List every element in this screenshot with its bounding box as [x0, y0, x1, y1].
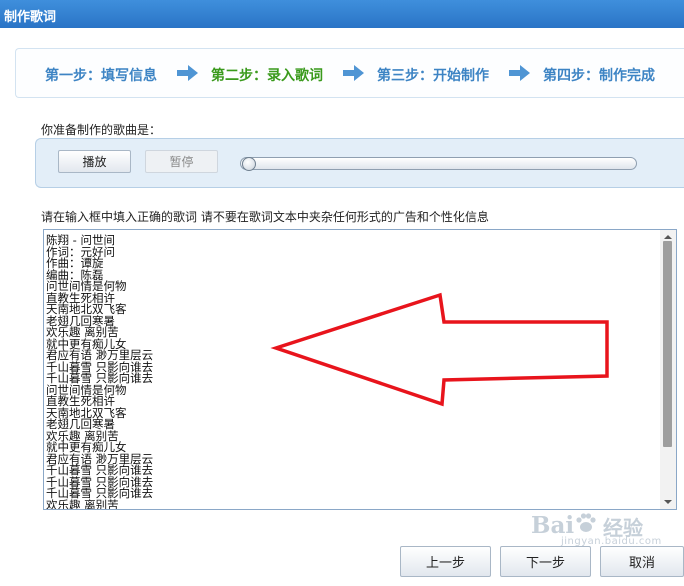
- scroll-down-arrow-icon[interactable]: [664, 500, 672, 504]
- paw-logo-icon: [576, 513, 596, 532]
- step-arrow-icon: [343, 65, 365, 81]
- progress-slider-thumb[interactable]: [242, 157, 256, 171]
- pause-button[interactable]: 暂停: [145, 150, 218, 173]
- step-arrow-icon: [177, 65, 199, 81]
- step-3-start-making: 第三步：开始制作: [377, 68, 489, 84]
- step-4-complete: 第四步：制作完成: [543, 68, 655, 84]
- lyrics-instruction: 请在输入框中填入正确的歌词 请不要在歌词文本中夹杂任何形式的广告和个性化信息: [41, 210, 489, 224]
- step-1-fill-info: 第一步：填写信息: [45, 68, 157, 84]
- lyrics-scrollbar[interactable]: [660, 230, 676, 509]
- scrollbar-thumb[interactable]: [663, 241, 672, 447]
- scroll-up-arrow-icon[interactable]: [664, 235, 672, 239]
- previous-step-button[interactable]: 上一步: [400, 546, 491, 577]
- baidu-jingyan-watermark: Bai 经验 jingyan.baidu.com: [531, 508, 681, 548]
- steps-wizard: 第一步：填写信息 第二步：录入歌词 第三步：开始制作 第四步：制作完成: [15, 48, 684, 98]
- step-arrow-icon: [509, 65, 531, 81]
- next-step-button[interactable]: 下一步: [500, 546, 591, 577]
- play-button[interactable]: 播放: [58, 150, 131, 173]
- window-title: 制作歌词: [4, 10, 57, 25]
- cancel-button[interactable]: 取消: [600, 546, 684, 577]
- watermark-url: jingyan.baidu.com: [561, 536, 662, 547]
- progress-slider-track[interactable]: [240, 157, 637, 170]
- step-2-enter-lyrics: 第二步：录入歌词: [211, 68, 323, 84]
- red-arrow-annotation-icon: [270, 292, 609, 407]
- song-prompt-label: 你准备制作的歌曲是：: [41, 123, 162, 137]
- title-bar: 制作歌词: [0, 0, 684, 28]
- lyrics-line: 欢乐趣 离别苦: [46, 497, 119, 510]
- watermark-brand: Bai: [531, 512, 575, 539]
- lyrics-text: 陈翔 - 问世间 作词：元好问 作曲：谭旋 编曲：陈磊 问世间情是何物 直教生死相许 天南地…: [46, 234, 153, 510]
